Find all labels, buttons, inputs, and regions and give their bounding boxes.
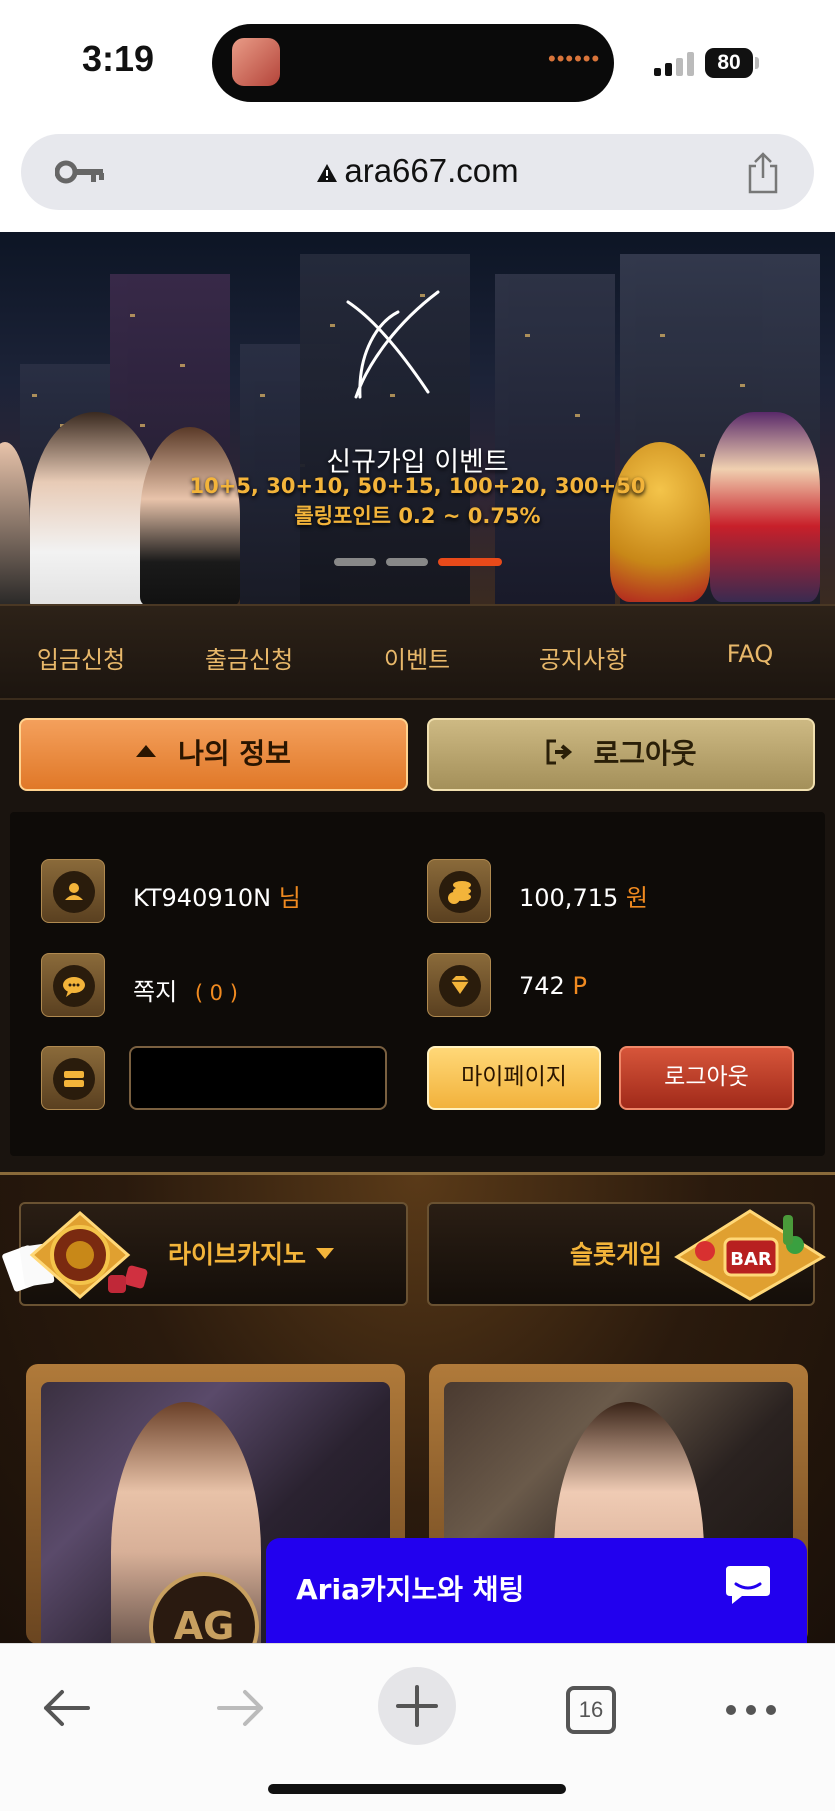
svg-text:BAR: BAR	[730, 1249, 772, 1270]
my-info-label: 나의 정보	[178, 737, 291, 770]
url-label: ara667.com	[344, 152, 519, 189]
promo-banner[interactable]: 신규가입 이벤트 10+5, 30+10, 50+15, 100+20, 300…	[0, 232, 835, 604]
my-info-button[interactable]: 나의 정보	[19, 718, 408, 791]
balance-badge	[427, 859, 491, 923]
tabs-button[interactable]: 16	[566, 1686, 616, 1734]
nav-withdraw[interactable]: 출금신청	[174, 640, 324, 675]
url-bar[interactable]: ara667.com	[21, 134, 814, 210]
nav-faq[interactable]: FAQ	[675, 640, 825, 668]
main-nav: 입금신청 출금신청 이벤트 공지사항 FAQ	[0, 604, 835, 700]
mypage-button[interactable]: 마이페이지	[427, 1046, 601, 1110]
battery-cap	[755, 57, 759, 69]
more-icon[interactable]	[725, 1700, 777, 1720]
caret-down-icon	[316, 1247, 335, 1259]
username-text: KT940910N 님	[133, 878, 301, 913]
slot-machine-icon: BAR	[674, 1209, 826, 1301]
triangle-up-icon	[136, 745, 157, 757]
forward-arrow-icon[interactable]	[215, 1686, 267, 1730]
message-badge[interactable]	[41, 953, 105, 1017]
coins-icon	[448, 881, 471, 904]
diamond-icon	[451, 976, 469, 994]
nav-notice[interactable]: 공지사항	[508, 640, 658, 675]
points-badge	[427, 953, 491, 1017]
activity-dots: ••••••	[548, 46, 601, 71]
messages-count: ( 0 )	[194, 981, 238, 1005]
wallet-icon	[64, 1071, 84, 1087]
points-value: 742	[519, 972, 565, 1000]
share-icon[interactable]	[743, 152, 783, 194]
wallet-badge	[41, 1046, 105, 1110]
user-icon	[65, 883, 83, 900]
banner-subtitle: 10+5, 30+10, 50+15, 100+20, 300+50	[189, 474, 646, 498]
brand-logo	[346, 290, 440, 399]
slide-dot[interactable]	[334, 558, 376, 566]
logout-button[interactable]: 로그아웃	[619, 1046, 794, 1110]
username-suffix: 님	[278, 884, 301, 912]
url-text[interactable]: ara667.com	[21, 152, 814, 190]
balance-unit: 원	[625, 884, 648, 912]
page: { "status_bar": {"time": "3:19", "dots":…	[0, 0, 835, 1811]
status-bar: 3:19 •••••• 80	[0, 0, 835, 120]
roulette-icon	[2, 1211, 148, 1299]
tabs-count: 16	[578, 1697, 604, 1722]
chat-widget[interactable]: Aria카지노와 채팅	[266, 1538, 807, 1643]
balance-value: 100,715	[519, 884, 619, 912]
battery-icon: 80	[705, 48, 753, 78]
chat-icon	[726, 1566, 770, 1604]
banner-subtitle-2: 롤링포인트 0.2 ~ 0.75%	[294, 504, 541, 528]
logout-icon	[546, 739, 573, 765]
chat-bubble-icon	[63, 977, 85, 997]
messages-text[interactable]: 쪽지 ( 0 )	[133, 972, 238, 1007]
logout-label: 로그아웃	[593, 737, 697, 770]
nav-event[interactable]: 이벤트	[342, 640, 492, 675]
status-time: 3:19	[82, 38, 155, 79]
logout-top-button[interactable]: 로그아웃	[427, 718, 815, 791]
points-text: 742 P	[519, 972, 587, 1000]
warning-icon	[317, 164, 338, 183]
username: KT940910N	[133, 884, 272, 912]
chat-label: Aria카지노와 채팅	[296, 1573, 525, 1606]
signal-icon	[654, 52, 696, 76]
user-badge	[41, 859, 105, 923]
nav-deposit[interactable]: 입금신청	[6, 640, 156, 675]
points-unit: P	[572, 972, 587, 1000]
back-arrow-icon[interactable]	[40, 1686, 92, 1730]
slide-dot-active[interactable]	[438, 558, 502, 566]
tab-slot-label: 슬롯게임	[570, 1240, 663, 1269]
tab-live-label: 라이브카지노	[168, 1235, 335, 1271]
new-tab-button[interactable]	[378, 1667, 456, 1745]
balance-text: 100,715 원	[519, 878, 648, 913]
app-icon	[232, 38, 280, 86]
messages-label: 쪽지	[133, 978, 178, 1006]
plus-icon	[396, 1685, 438, 1727]
home-indicator	[268, 1784, 566, 1794]
input-field[interactable]	[129, 1046, 387, 1110]
slide-dot[interactable]	[386, 558, 428, 566]
